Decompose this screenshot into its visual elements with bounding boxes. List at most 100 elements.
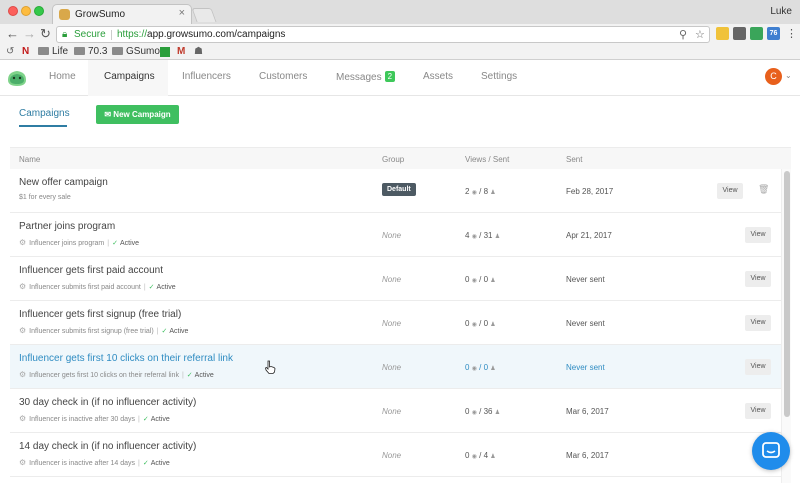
bookmark-folder-life[interactable]: Life (38, 45, 68, 59)
status-label: Active (194, 372, 214, 379)
bookmark-extension-icon[interactable]: ☗ (194, 45, 203, 59)
eye-icon: ◉ (471, 190, 477, 196)
forward-arrow-icon[interactable]: → (23, 26, 36, 42)
bookmark-history-icon[interactable]: ↺ (6, 45, 14, 59)
group-value: None (382, 451, 402, 460)
trash-icon[interactable]: 🗑︎ (758, 184, 769, 195)
sent-date: Never sent (566, 363, 605, 372)
bookmarks-bar: ↺ N Life 70.3 GSumo M ☗ (0, 44, 800, 60)
campaign-title[interactable]: 30 day check in (if no influencer activi… (19, 397, 196, 408)
table-row[interactable]: New offer campaign $1 for every sale Def… (10, 169, 782, 213)
reload-icon[interactable]: ↻ (40, 26, 51, 42)
column-header-sent[interactable]: Sent (566, 155, 582, 164)
views-count: 0 (465, 451, 470, 460)
avatar[interactable]: C (765, 68, 782, 85)
column-header-views[interactable]: Views / Sent (465, 155, 509, 164)
growsumo-logo-icon[interactable] (6, 68, 28, 88)
extension-calendar-icon[interactable] (750, 27, 763, 40)
person-icon: ♟ (494, 410, 501, 416)
extension-pocket-icon[interactable] (733, 27, 746, 40)
browser-user-name[interactable]: Luke (770, 6, 792, 17)
campaign-title[interactable]: New offer campaign (19, 177, 108, 188)
sent-date: Mar 6, 2017 (566, 407, 609, 416)
chevron-down-icon[interactable]: ⌄ (785, 71, 792, 80)
group-value: None (382, 275, 402, 284)
back-arrow-icon[interactable]: ← (6, 26, 19, 42)
sent-date: Apr 21, 2017 (566, 231, 612, 240)
column-header-group[interactable]: Group (382, 155, 404, 164)
bookmark-folder-gsumo[interactable]: GSumo (112, 45, 160, 59)
campaign-title[interactable]: Partner joins program (19, 221, 115, 232)
sent-count: 0 (483, 275, 489, 284)
bookmark-folder-70-3[interactable]: 70.3 (74, 45, 107, 59)
address-divider (111, 30, 112, 40)
key-icon[interactable]: ⚲ (679, 28, 687, 41)
view-button[interactable]: View (745, 227, 771, 243)
nav-customers[interactable]: Customers (259, 71, 307, 82)
check-icon: ✓ (161, 328, 168, 335)
address-bar[interactable]: 🔒︎ Secure https://app.growsumo.com/campa… (56, 26, 710, 43)
nav-campaigns[interactable]: Campaigns (104, 71, 155, 82)
new-tab-button[interactable] (191, 8, 217, 22)
trigger-text: Influencer gets first 10 clicks on their… (29, 372, 179, 379)
views-count: 0 (465, 407, 470, 416)
messages-count-badge: 2 (384, 71, 396, 82)
views-count: 2 (465, 187, 470, 196)
campaign-title[interactable]: Influencer gets first paid account (19, 265, 163, 276)
campaign-title[interactable]: Influencer gets first signup (free trial… (19, 309, 181, 320)
nav-messages[interactable]: Messages 2 (336, 71, 396, 83)
campaigns-table: Name Group Views / Sent Sent New offer c… (10, 147, 791, 483)
views-sent: 0 ◉ / 0 ♟ (465, 319, 496, 328)
secure-label: Secure (74, 29, 106, 40)
view-button[interactable]: View (717, 183, 743, 199)
tab-underline (19, 125, 67, 127)
view-button[interactable]: View (745, 315, 771, 331)
divider: | (143, 284, 146, 291)
netflix-icon[interactable]: N (22, 45, 29, 59)
scrollbar-thumb[interactable] (784, 171, 790, 417)
column-header-name[interactable]: Name (19, 155, 40, 164)
table-row[interactable]: 30 day check in (if no influencer activi… (10, 389, 782, 433)
chat-launcher-button[interactable] (752, 432, 790, 470)
close-window-button[interactable] (8, 6, 18, 16)
extension-note-icon[interactable] (716, 27, 729, 40)
bookmark-star-icon[interactable]: ☆ (695, 28, 705, 41)
nav-influencers[interactable]: Influencers (182, 71, 231, 82)
browser-menu-icon[interactable]: ⋮ (786, 26, 797, 42)
browser-tab[interactable]: GrowSumo × (52, 4, 192, 24)
nav-home[interactable]: Home (49, 71, 76, 82)
maximize-window-button[interactable] (34, 6, 44, 16)
table-row[interactable]: Influencer gets first signup (free trial… (10, 301, 782, 345)
views-sent: 0 ◉ / 0 ♟ (465, 363, 496, 372)
campaign-title[interactable]: Influencer gets first 10 clicks on their… (19, 353, 233, 364)
new-campaign-button[interactable]: ✉ New Campaign (96, 105, 179, 124)
view-button[interactable]: View (745, 271, 771, 287)
divider: | (156, 328, 159, 335)
tab-campaigns[interactable]: Campaigns (19, 108, 70, 119)
nav-settings[interactable]: Settings (481, 71, 517, 82)
table-row[interactable]: Influencer gets first paid account ⚙ Infl… (10, 257, 782, 301)
new-campaign-label: New Campaign (113, 110, 171, 119)
extension-badge-icon[interactable]: 76 (767, 27, 780, 40)
table-row[interactable]: Partner joins program ⚙ Influencer joins … (10, 213, 782, 257)
view-button[interactable]: View (745, 403, 771, 419)
check-icon: ✓ (142, 416, 149, 423)
browser-toolbar: ← → ↻ 🔒︎ Secure https://app.growsumo.com… (0, 24, 800, 44)
tab-close-icon[interactable]: × (179, 7, 185, 19)
gmail-icon[interactable]: M (177, 45, 185, 59)
trigger-text: Influencer submits first signup (free tr… (29, 328, 154, 335)
table-row[interactable]: 14 day check in (if no influencer activi… (10, 433, 782, 477)
views-count: 4 (465, 231, 470, 240)
table-row[interactable]: Influencer gets first 10 clicks on their… (10, 345, 782, 389)
folder-icon (112, 47, 123, 55)
minimize-window-button[interactable] (21, 6, 31, 16)
nav-assets[interactable]: Assets (423, 71, 453, 82)
eye-icon: ◉ (471, 322, 477, 328)
campaign-title[interactable]: 14 day check in (if no influencer activi… (19, 441, 196, 452)
view-button[interactable]: View (745, 359, 771, 375)
sent-count: 0 (483, 363, 489, 372)
status-label: Active (169, 328, 189, 335)
folder-icon (74, 47, 85, 55)
check-icon: ✓ (112, 240, 118, 247)
sheets-icon[interactable] (160, 47, 170, 57)
